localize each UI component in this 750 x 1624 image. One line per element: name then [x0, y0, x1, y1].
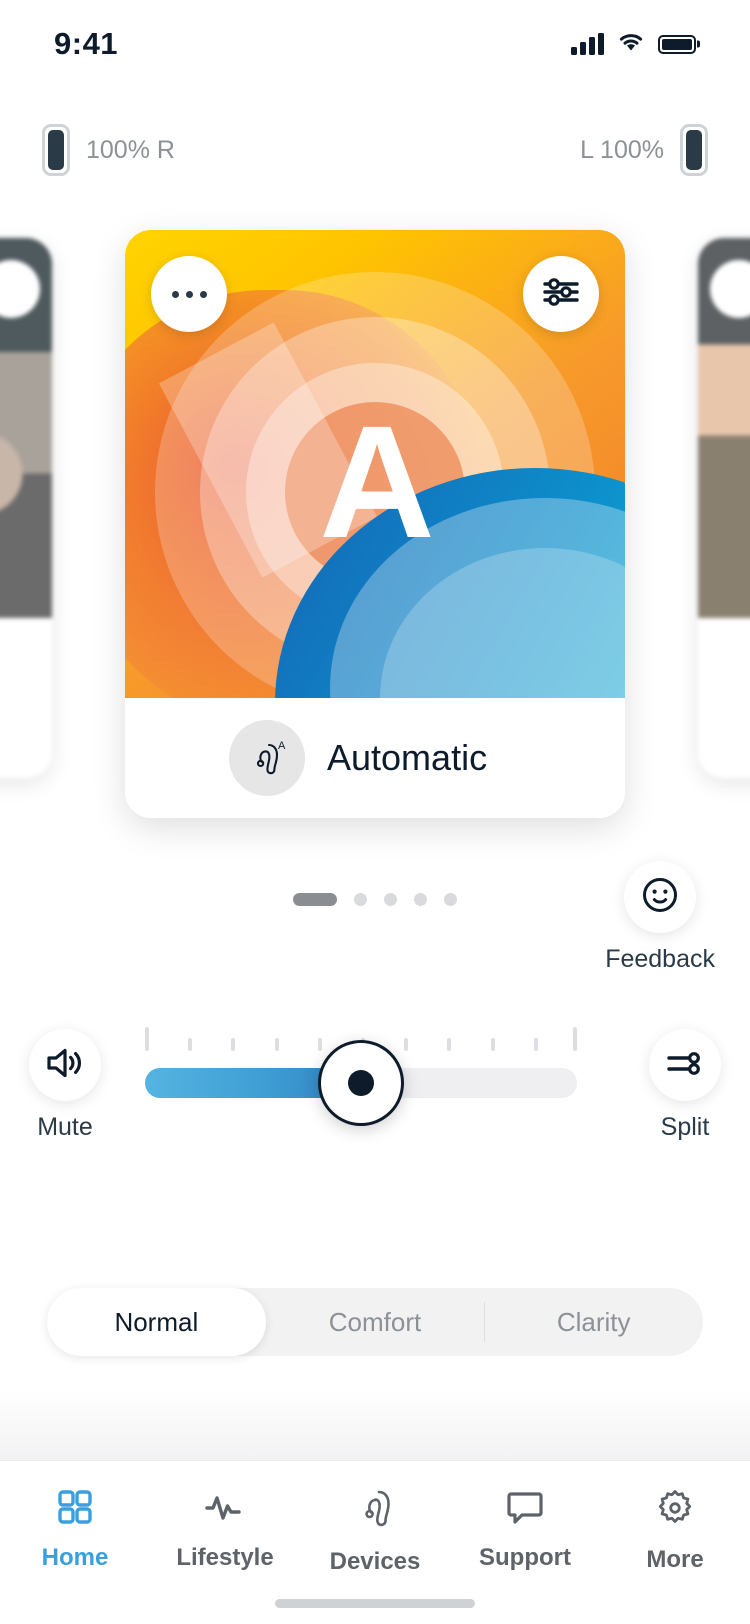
equalizer-button[interactable]	[523, 256, 599, 332]
program-card-next-footer	[698, 618, 750, 778]
hearing-aid-program-icon: A	[229, 720, 305, 796]
volume-slider[interactable]	[145, 1025, 577, 1135]
nav-item-support[interactable]: Support	[450, 1487, 600, 1572]
nav-item-devices[interactable]: Devices	[300, 1487, 450, 1576]
slider-tick	[447, 1038, 452, 1051]
left-device-battery[interactable]: L 100%	[580, 124, 708, 176]
pager-dot-3[interactable]	[384, 893, 397, 906]
status-time: 9:41	[54, 26, 119, 61]
sound-mode-option-normal[interactable]: Normal	[47, 1288, 266, 1356]
app-screen: 9:41 100% R L 100% A A Automatic Feedbac…	[0, 0, 750, 1624]
device-battery-row: 100% R L 100%	[0, 118, 750, 182]
nav-label-devices: Devices	[329, 1548, 421, 1575]
status-bar: 9:41	[0, 0, 750, 88]
smiley-face-icon	[639, 874, 681, 921]
volume-slider-thumb[interactable]	[318, 1040, 404, 1126]
pager-dot-2[interactable]	[354, 893, 367, 906]
nav-label-lifestyle: Lifestyle	[176, 1544, 274, 1571]
mute-button-circle[interactable]	[29, 1029, 101, 1101]
slider-tick	[231, 1038, 236, 1051]
grid-squares-icon	[55, 1487, 95, 1532]
more-options-button[interactable]	[151, 256, 227, 332]
right-device-battery-label: 100% R	[86, 135, 175, 164]
more-options-icon	[171, 290, 207, 298]
slider-tick	[145, 1027, 149, 1051]
pager-dot-1[interactable]	[293, 893, 337, 906]
slider-tick	[572, 1027, 577, 1051]
split-button-circle[interactable]	[649, 1029, 721, 1101]
program-card-artwork: A	[125, 230, 625, 698]
feedback-button-circle[interactable]	[624, 861, 697, 933]
slider-tick	[317, 1038, 322, 1051]
program-carousel[interactable]: A A Automatic	[0, 230, 750, 830]
split-sliders-icon	[664, 1047, 706, 1084]
cellular-signal-icon	[571, 33, 604, 55]
left-hearing-aid-battery-icon	[680, 124, 708, 176]
program-card-next[interactable]	[698, 238, 750, 778]
pulse-activity-icon	[203, 1487, 247, 1532]
sound-mode-option-clarity[interactable]: Clarity	[484, 1288, 703, 1356]
split-label: Split	[660, 1113, 710, 1141]
battery-icon	[658, 34, 696, 54]
sound-mode-option-comfort[interactable]: Comfort	[266, 1288, 485, 1356]
speaker-volume-icon	[43, 1043, 87, 1088]
split-button[interactable]: Split	[649, 1029, 721, 1142]
speech-bubble-icon	[504, 1487, 546, 1532]
slider-tick	[404, 1038, 409, 1051]
slider-tick	[274, 1038, 279, 1051]
left-device-battery-label: L 100%	[580, 135, 664, 164]
mute-label: Mute	[37, 1113, 93, 1141]
wifi-icon	[617, 31, 645, 58]
status-indicators	[571, 31, 696, 58]
hearing-aid-icon	[355, 1487, 395, 1536]
nav-label-home: Home	[41, 1544, 109, 1571]
nav-item-lifestyle[interactable]: Lifestyle	[150, 1487, 300, 1572]
pager-dot-5[interactable]	[444, 893, 457, 906]
gear-icon	[654, 1487, 696, 1534]
content-fade-overlay	[0, 1390, 750, 1460]
program-card-active[interactable]: A A Automatic	[125, 230, 625, 818]
sound-mode-segmented-control[interactable]: Normal Comfort Clarity	[47, 1288, 703, 1356]
feedback-label: Feedback	[605, 945, 715, 973]
nav-label-support: Support	[479, 1544, 571, 1571]
equalizer-icon	[541, 276, 581, 313]
home-indicator[interactable]	[275, 1599, 475, 1608]
program-name: Automatic	[327, 737, 488, 778]
program-card-previous-footer	[0, 618, 52, 778]
right-device-battery[interactable]: 100% R	[42, 124, 175, 176]
program-card-footer: A Automatic	[125, 698, 625, 818]
program-card-previous[interactable]	[0, 238, 52, 778]
program-letter: A	[319, 392, 435, 571]
nav-item-home[interactable]: Home	[0, 1487, 150, 1572]
nav-item-more[interactable]: More	[600, 1487, 750, 1574]
feedback-button[interactable]: Feedback	[605, 861, 715, 974]
right-hearing-aid-battery-icon	[42, 124, 70, 176]
svg-text:A: A	[278, 740, 286, 752]
slider-tick	[533, 1038, 538, 1051]
slider-tick	[490, 1038, 495, 1051]
pager-dot-4[interactable]	[414, 893, 427, 906]
slider-tick	[188, 1038, 193, 1051]
mute-button[interactable]: Mute	[29, 1029, 101, 1142]
nav-label-more: More	[646, 1546, 704, 1573]
